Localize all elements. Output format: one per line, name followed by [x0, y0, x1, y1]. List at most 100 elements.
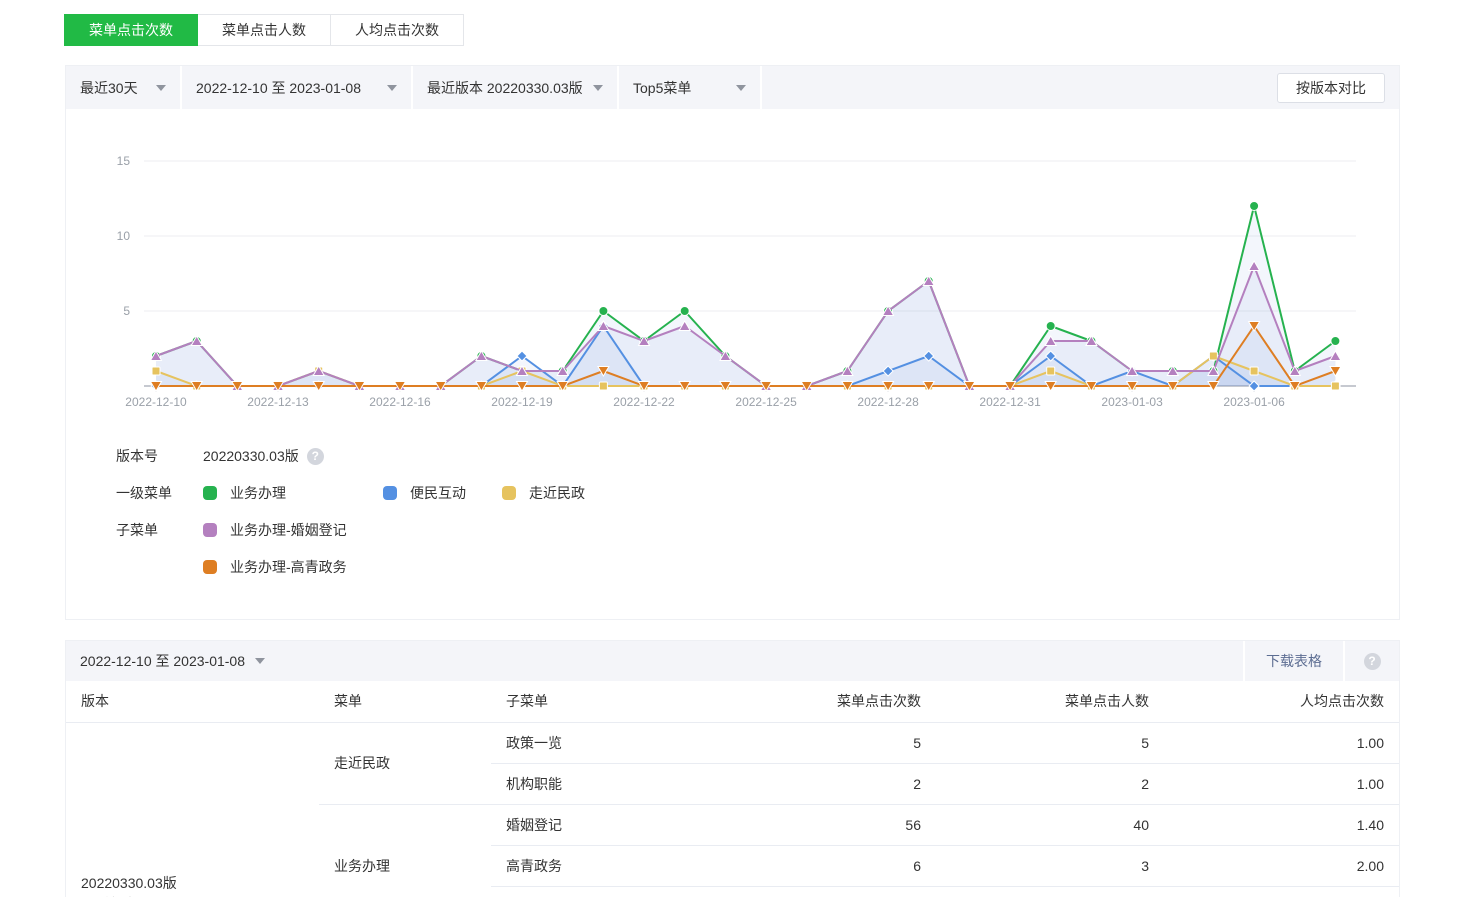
col-header-version: 版本	[66, 681, 319, 722]
menu-cell: 业务办理	[319, 804, 491, 897]
help-icon[interactable]: ?	[1364, 653, 1381, 670]
users-cell: 3	[936, 845, 1164, 886]
table-row: 20220330.03版最近版本走近民政政策一览551.00	[66, 722, 1399, 763]
legend-label: 业务办理-高青政务	[230, 557, 347, 577]
clicks-cell: 6	[761, 845, 936, 886]
legend-label: 走近民政	[529, 483, 585, 503]
tab-menu-users[interactable]: 菜单点击人数	[197, 14, 331, 46]
menu-cell: 走近民政	[319, 722, 491, 804]
submenu-cell: 高青政务	[491, 845, 761, 886]
legend-item-gaoqingzhengwu[interactable]: 业务办理-高青政务	[203, 557, 347, 577]
line-chart: 5 10 15 2022-12-10 2022-12-13 2022-12-16 2022-…	[66, 109, 1401, 429]
svg-text:2022-12-31: 2022-12-31	[979, 395, 1041, 409]
users-cell: 2	[936, 886, 1164, 897]
filter-bar: 最近30天 2022-12-10 至 2023-01-08 最近版本 20220…	[66, 66, 1399, 109]
version-filter[interactable]: 最近版本 20220330.03版	[413, 66, 619, 109]
legend-primary-row: 一级菜单 业务办理 便民互动 走近民政	[116, 480, 1399, 506]
chevron-down-icon	[593, 85, 603, 91]
avg-cell: 1.00	[1164, 722, 1399, 763]
submenu-cell: 办事服务	[491, 886, 761, 897]
svg-text:10: 10	[117, 229, 131, 243]
legend-item-zoujinminzheng[interactable]: 走近民政	[502, 483, 585, 503]
chart-panel: 最近30天 2022-12-10 至 2023-01-08 最近版本 20220…	[65, 65, 1400, 620]
top-menu-label: Top5菜单	[633, 78, 691, 98]
users-cell: 2	[936, 763, 1164, 804]
svg-text:5: 5	[123, 304, 130, 318]
legend-item-bianminhudong[interactable]: 便民互动	[383, 483, 502, 503]
download-table-button[interactable]: 下载表格	[1243, 641, 1343, 681]
chevron-down-icon	[255, 658, 265, 664]
table-bar: 2022-12-10 至 2023-01-08 下载表格 ?	[66, 641, 1399, 681]
avg-cell: 2.00	[1164, 845, 1399, 886]
submenu-cell: 婚姻登记	[491, 804, 761, 845]
sub-menu-key-label: 子菜单	[116, 520, 203, 540]
svg-text:2022-12-22: 2022-12-22	[613, 395, 675, 409]
svg-text:2022-12-13: 2022-12-13	[247, 395, 309, 409]
period-filter[interactable]: 最近30天	[66, 66, 182, 109]
users-cell: 5	[936, 722, 1164, 763]
version-tag: 最近版本	[81, 894, 319, 897]
chevron-down-icon	[387, 85, 397, 91]
avg-cell: 1.00	[1164, 763, 1399, 804]
legend-item-hunyindengji[interactable]: 业务办理-婚姻登记	[203, 520, 347, 540]
col-header-avg: 人均点击次数	[1164, 681, 1399, 722]
svg-text:2023-01-03: 2023-01-03	[1101, 395, 1163, 409]
metric-tabs: 菜单点击次数 菜单点击人数 人均点击次数	[65, 14, 1460, 46]
version-key-label: 版本号	[116, 446, 203, 466]
chevron-down-icon	[156, 85, 166, 91]
legend-label: 业务办理	[230, 483, 286, 503]
legend-label: 业务办理-婚姻登记	[230, 520, 347, 540]
date-range-label: 2022-12-10 至 2023-01-08	[196, 78, 361, 98]
chevron-down-icon	[736, 85, 746, 91]
tab-menu-clicks[interactable]: 菜单点击次数	[64, 14, 198, 46]
date-range-filter[interactable]: 2022-12-10 至 2023-01-08	[182, 66, 413, 109]
legend-sub-row-2: 业务办理-高青政务	[116, 554, 1399, 580]
legend-item-yewubanli[interactable]: 业务办理	[203, 483, 383, 503]
submenu-cell: 政策一览	[491, 722, 761, 763]
legend-label: 便民互动	[410, 483, 466, 503]
purple-swatch	[203, 523, 217, 537]
submenu-cell: 机构职能	[491, 763, 761, 804]
version-table-body: 20220330.03版最近版本走近民政政策一览551.00机构职能221.00…	[66, 722, 1399, 897]
table-header-row: 版本 菜单 子菜单 菜单点击次数 菜单点击人数 人均点击次数	[66, 681, 1399, 722]
col-header-menu: 菜单	[319, 681, 491, 722]
col-header-submenu: 子菜单	[491, 681, 761, 722]
yellow-swatch	[502, 486, 516, 500]
clicks-cell: 5	[761, 722, 936, 763]
avg-cell: 1.00	[1164, 886, 1399, 897]
version-name: 20220330.03版	[81, 873, 319, 894]
help-icon[interactable]: ?	[307, 448, 324, 465]
legend-version-row: 版本号 20220330.03版 ?	[116, 443, 1399, 469]
users-cell: 40	[936, 804, 1164, 845]
version-cell: 20220330.03版最近版本	[66, 722, 319, 897]
primary-menu-key-label: 一级菜单	[116, 483, 203, 503]
svg-text:2022-12-25: 2022-12-25	[735, 395, 797, 409]
svg-text:2023-01-06: 2023-01-06	[1223, 395, 1285, 409]
tab-avg-clicks[interactable]: 人均点击次数	[330, 14, 464, 46]
clicks-cell: 2	[761, 886, 936, 897]
green-swatch	[203, 486, 217, 500]
period-filter-label: 最近30天	[80, 78, 138, 98]
top-menu-filter[interactable]: Top5菜单	[619, 66, 762, 109]
table-date-range-label: 2022-12-10 至 2023-01-08	[80, 651, 245, 671]
legend-sub-row-1: 子菜单 业务办理-婚姻登记	[116, 517, 1399, 543]
svg-text:2022-12-16: 2022-12-16	[369, 395, 431, 409]
table-help-cell: ?	[1343, 641, 1399, 681]
svg-text:2022-12-28: 2022-12-28	[857, 395, 919, 409]
compare-by-version-button[interactable]: 按版本对比	[1277, 73, 1385, 103]
version-table-panel: 2022-12-10 至 2023-01-08 下载表格 ? 版本 菜单 子菜单…	[65, 640, 1400, 897]
clicks-cell: 56	[761, 804, 936, 845]
blue-swatch	[383, 486, 397, 500]
chart-legend: 版本号 20220330.03版 ? 一级菜单 业务办理 便民互动 走近民政 子…	[66, 429, 1399, 619]
version-value: 20220330.03版	[203, 446, 299, 466]
clicks-cell: 2	[761, 763, 936, 804]
col-header-users: 菜单点击人数	[936, 681, 1164, 722]
svg-text:2022-12-10: 2022-12-10	[125, 395, 187, 409]
version-filter-label: 最近版本 20220330.03版	[427, 78, 583, 98]
svg-text:2022-12-19: 2022-12-19	[491, 395, 553, 409]
svg-text:15: 15	[117, 154, 131, 168]
version-stats-table: 版本 菜单 子菜单 菜单点击次数 菜单点击人数 人均点击次数 20220330.…	[66, 681, 1399, 897]
col-header-clicks: 菜单点击次数	[761, 681, 936, 722]
orange-swatch	[203, 560, 217, 574]
table-date-range-dropdown[interactable]: 2022-12-10 至 2023-01-08	[66, 651, 1243, 671]
